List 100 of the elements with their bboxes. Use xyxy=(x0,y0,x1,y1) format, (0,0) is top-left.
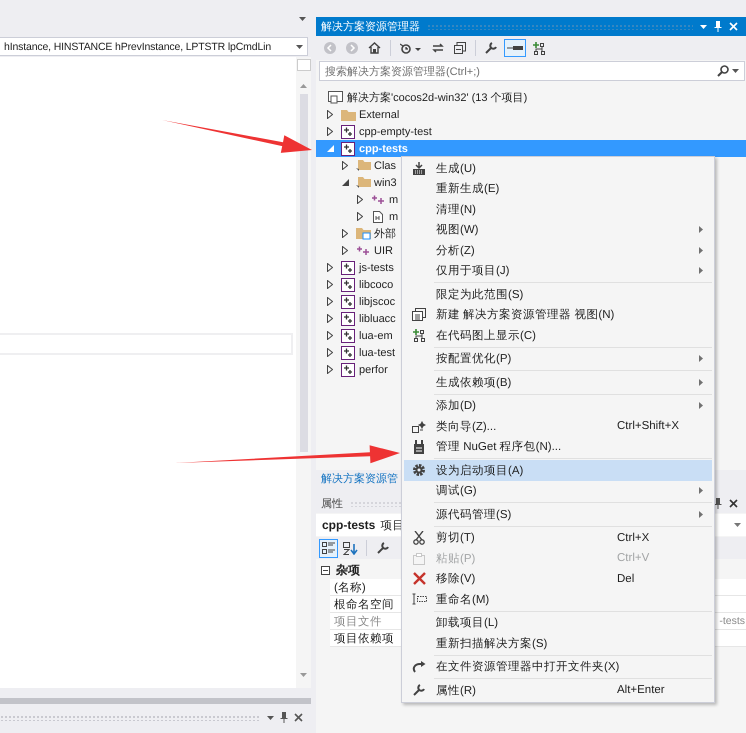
menu-item[interactable]: 管理 NuGet 程序包(N)... xyxy=(404,436,712,457)
dash-icon xyxy=(507,45,523,51)
folder-icon xyxy=(340,108,356,120)
menu-item[interactable]: 限定为此范围(S) xyxy=(404,284,712,304)
wrench-icon xyxy=(485,42,497,54)
menu-item[interactable]: 类向导(Z)... Ctrl+Shift+X xyxy=(404,416,712,436)
external-folder-icon xyxy=(356,227,370,240)
pin-icon xyxy=(714,498,722,509)
submenu-arrow-icon xyxy=(699,226,703,234)
filter-folder-icon xyxy=(356,159,370,172)
scroll-up-icon xyxy=(300,84,307,88)
project-icon xyxy=(341,278,355,292)
menu-item[interactable]: 移除(V) Del xyxy=(404,568,712,589)
history-icon xyxy=(400,42,422,54)
tree-item[interactable]: m xyxy=(316,208,400,225)
collapse-arrow-icon xyxy=(342,179,348,186)
collapse-arrow-icon xyxy=(326,145,334,152)
sync-icon xyxy=(432,42,444,54)
tree-item[interactable]: cpp-empty-test xyxy=(316,123,433,140)
menu-item[interactable]: 重新生成(E) xyxy=(404,178,712,199)
property-value: -tests xyxy=(719,615,746,627)
toolbar-button[interactable] xyxy=(319,538,338,558)
project-icon xyxy=(341,142,355,156)
search-icon xyxy=(717,65,729,77)
menu-item[interactable]: 剪切(T) Ctrl+X xyxy=(404,528,712,548)
pending-changes-button[interactable] xyxy=(504,39,526,57)
tree-item[interactable]: lua-test xyxy=(316,344,396,361)
class-wizard-icon xyxy=(412,420,426,433)
close-icon xyxy=(729,499,738,508)
menu-item[interactable]: 新建 解决方案资源管理器 视图(N) xyxy=(404,304,712,325)
pin-icon xyxy=(280,712,288,723)
menu-item[interactable]: 生成(U) xyxy=(404,158,712,178)
member-dropdown[interactable]: hInstance, HINSTANCE hPrevInstance, LPTSTR lpCmdLin xyxy=(0,37,308,56)
submenu-arrow-icon xyxy=(699,510,703,518)
tree-item[interactable]: libcoco xyxy=(316,276,394,293)
menu-item[interactable]: 重命名(M) xyxy=(404,589,712,610)
submenu-arrow-icon xyxy=(699,355,703,362)
project-icon xyxy=(341,260,355,274)
project-icon xyxy=(341,328,355,342)
build-icon xyxy=(412,162,426,175)
scrollbar[interactable] xyxy=(296,57,311,688)
menu-item[interactable]: 重新扫描解决方案(S) xyxy=(404,633,712,654)
project-icon xyxy=(341,294,355,308)
project-icon xyxy=(341,124,355,138)
home-icon xyxy=(368,42,381,54)
project-icon xyxy=(341,362,355,376)
submenu-arrow-icon xyxy=(699,487,703,494)
cpp-file-icon xyxy=(356,246,370,256)
property-name: 项目文件 xyxy=(334,614,382,628)
gear-icon xyxy=(412,463,426,478)
property-name: (名称) xyxy=(334,580,366,594)
tree-item[interactable]: lua-em xyxy=(316,327,394,344)
tree-item[interactable]: libjscoc xyxy=(316,293,396,310)
tree-item[interactable]: perfor xyxy=(316,361,389,378)
wrench-icon xyxy=(376,542,388,554)
tree-item[interactable]: 解决方案'cocos2d-win32' (13 个项目) xyxy=(316,89,528,106)
tree-item[interactable]: win3 xyxy=(316,174,398,191)
collapse-all-button[interactable] xyxy=(451,39,469,57)
sort-az-icon xyxy=(342,542,358,554)
menu-item[interactable]: 源代码管理(S) xyxy=(404,504,712,524)
expand-arrow-icon xyxy=(342,161,348,170)
close-icon xyxy=(294,713,303,722)
menu-item[interactable]: 分析(Z) xyxy=(404,240,712,260)
tree-item[interactable]: 外部 xyxy=(316,225,397,242)
menu-item[interactable]: 调试(G) xyxy=(404,480,712,501)
menu-item[interactable]: 生成依赖项(B) xyxy=(404,372,712,392)
remove-icon xyxy=(412,572,426,586)
caret-icon xyxy=(734,523,741,527)
project-icon xyxy=(341,312,355,326)
tree-item[interactable]: External xyxy=(316,106,400,123)
shortcut-text: Ctrl+V xyxy=(617,552,650,564)
menu-item[interactable]: 按配置优化(P) xyxy=(404,348,712,369)
tree-item[interactable]: js-tests xyxy=(316,259,395,276)
menu-item[interactable]: 设为启动项目(A) xyxy=(404,460,712,480)
close-icon xyxy=(729,22,738,31)
menu-item[interactable]: 在代码图上显示(C) xyxy=(404,325,712,346)
menu-item[interactable]: 添加(D) xyxy=(404,396,712,416)
caret-icon xyxy=(700,24,707,28)
paste-icon xyxy=(413,552,425,565)
submenu-arrow-icon xyxy=(699,402,703,410)
tree-item[interactable]: Clas xyxy=(316,157,398,174)
tree-item[interactable]: UIR xyxy=(316,242,394,259)
caret-icon xyxy=(296,44,303,48)
search-field[interactable]: 搜索解决方案资源管理器(Ctrl+;) xyxy=(319,61,745,81)
menu-item[interactable]: 仅用于项目(J) xyxy=(404,260,712,281)
shortcut-text: Ctrl+Shift+X xyxy=(617,420,680,432)
scroll-down-icon xyxy=(300,673,307,677)
code-map-icon xyxy=(412,328,426,342)
collapse-box-icon xyxy=(321,566,330,574)
shortcut-text: Ctrl+X xyxy=(617,532,650,544)
splitter-handle[interactable] xyxy=(296,59,310,71)
menu-item[interactable]: 清理(N) xyxy=(404,199,712,220)
tree-item[interactable]: m xyxy=(316,191,400,208)
menu-item[interactable]: 卸载项目(L) xyxy=(404,612,712,633)
tree-item[interactable]: libluacc xyxy=(316,310,397,327)
menu-item[interactable]: 视图(W) xyxy=(404,220,712,240)
menu-item[interactable]: 在文件资源管理器中打开文件夹(X) xyxy=(404,656,712,677)
panel-tab[interactable]: 解决方案资源管 xyxy=(321,471,398,486)
scroll-thumb[interactable] xyxy=(300,94,308,452)
menu-item[interactable]: 属性(R) Alt+Enter xyxy=(404,680,712,700)
